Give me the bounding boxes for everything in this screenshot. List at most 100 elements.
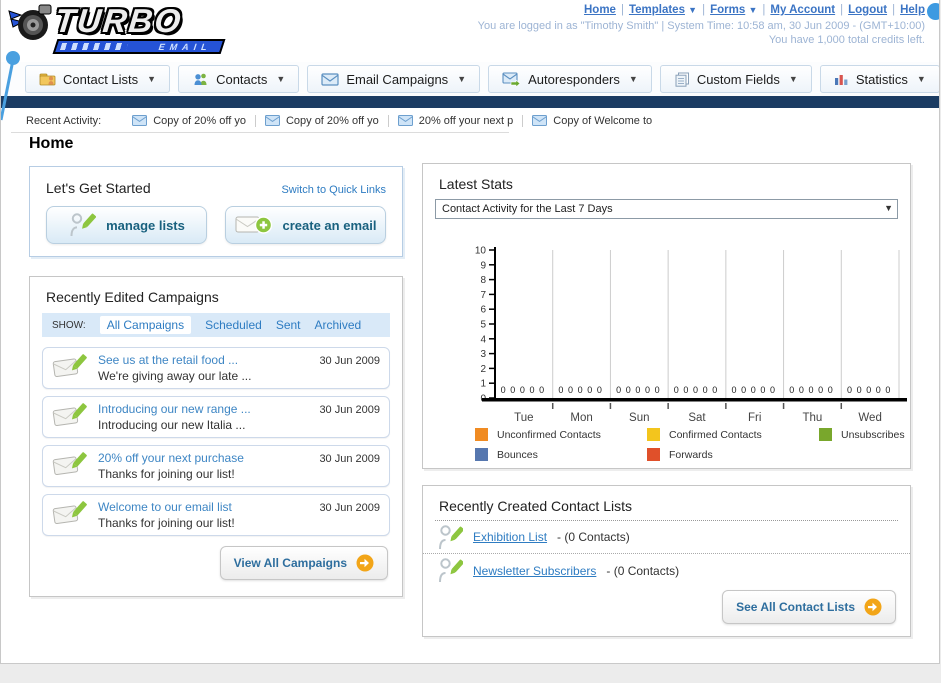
svg-text:0: 0	[568, 385, 573, 395]
envelope-plus-icon	[235, 216, 272, 234]
legend-item: Unsubscribes	[819, 428, 905, 441]
envelope-arrow-icon	[502, 72, 521, 86]
contact-list-link[interactable]: Exhibition List	[473, 530, 547, 544]
campaign-row[interactable]: 20% off your next purchase Thanks for joi…	[42, 445, 390, 487]
campaign-subtitle: Introducing our new Italia ...	[98, 418, 246, 432]
campaign-row[interactable]: Welcome to our email list Thanks for join…	[42, 494, 390, 536]
status-line2: You have 1,000 total credits left.	[768, 34, 925, 46]
svg-text:2: 2	[480, 364, 486, 375]
chevron-down-icon: ▼	[457, 74, 467, 84]
campaign-subtitle: Thanks for joining our list!	[98, 467, 235, 481]
legend-label: Unconfirmed Contacts	[497, 428, 601, 441]
campaign-title-link[interactable]: See us at the retail food ...	[98, 353, 311, 367]
recent-activity-item[interactable]: Copy of 20% off yo	[123, 114, 256, 127]
svg-text:0: 0	[578, 385, 583, 395]
logo-subtitle: EMAIL	[157, 41, 214, 52]
header-right: Home | Templates ▼ | Forms ▼ | My Account | Logo…	[478, 4, 925, 47]
nav-autoresponders[interactable]: Autoresponders ▼	[488, 65, 652, 93]
recent-activity-item[interactable]: Copy of 20% off yo	[256, 114, 389, 127]
svg-text:1: 1	[480, 379, 486, 390]
login-status: You are logged in as "Timothy Smith" | S…	[478, 19, 925, 47]
envelope-pencil-icon	[52, 452, 87, 475]
campaign-date: 30 Jun 2009	[319, 502, 380, 514]
header-link-templates[interactable]: Templates	[629, 4, 685, 16]
campaign-row[interactable]: See us at the retail food ... We're givin…	[42, 347, 390, 389]
legend-item: Confirmed Contacts	[647, 428, 819, 441]
latest-stats-panel: Latest Stats Contact Activity for the La…	[422, 163, 912, 469]
nav-custom-fields[interactable]: Custom Fields ▼	[659, 65, 812, 93]
recent-activity-label: Recent Activity:	[26, 114, 102, 127]
legend-label: Confirmed Contacts	[669, 428, 762, 441]
get-started-panel: Let's Get Started Switch to Quick Links …	[29, 166, 403, 257]
svg-text:Wed: Wed	[858, 412, 881, 424]
chevron-down-icon: ▼	[147, 74, 157, 84]
contact-list-link[interactable]: Newsletter Subscribers	[473, 564, 596, 578]
legend-item: Forwards	[647, 448, 819, 461]
header: TURBO EMAIL Home | Templates ▼ | Forms ▼ | My …	[1, 0, 939, 62]
svg-text:0: 0	[530, 385, 535, 395]
svg-text:0: 0	[818, 385, 823, 395]
svg-text:0: 0	[828, 385, 833, 395]
nav-contact-lists[interactable]: Contact Lists ▼	[25, 65, 171, 93]
campaign-date: 30 Jun 2009	[319, 355, 380, 367]
header-link-forms[interactable]: Forms	[710, 4, 745, 16]
campaign-title-link[interactable]: 20% off your next purchase	[98, 451, 311, 465]
nav-contacts[interactable]: Contacts ▼	[178, 65, 300, 93]
svg-text:0: 0	[751, 385, 756, 395]
header-link-help[interactable]: Help	[900, 4, 925, 16]
svg-text:7: 7	[480, 290, 486, 301]
svg-text:0: 0	[616, 385, 621, 395]
nav-statistics[interactable]: Statistics ▼	[819, 65, 939, 93]
manage-lists-button[interactable]: manage lists	[46, 206, 207, 244]
page-title: Home	[29, 135, 74, 152]
bar-chart-icon	[834, 74, 848, 85]
filter-all-campaigns[interactable]: All Campaigns	[99, 316, 192, 334]
svg-text:0: 0	[857, 385, 862, 395]
envelope-icon	[397, 115, 413, 126]
contact-list-item[interactable]: Exhibition List - (0 Contacts)	[423, 521, 910, 554]
campaign-rows: See us at the retail food ... We're givin…	[30, 337, 402, 536]
see-all-contact-lists-label: See All Contact Lists	[736, 600, 855, 614]
svg-text:0: 0	[876, 385, 881, 395]
nav-email-campaigns[interactable]: Email Campaigns ▼	[307, 65, 481, 93]
turbo-logo-icon	[8, 4, 52, 40]
filter-scheduled[interactable]: Scheduled	[205, 318, 262, 332]
campaign-row[interactable]: Introducing our new range ... Introducing…	[42, 396, 390, 438]
see-all-contact-lists-button[interactable]: See All Contact Lists	[722, 590, 896, 624]
campaign-title-link[interactable]: Introducing our new range ...	[98, 402, 311, 416]
contact-activity-chart: 01234567891000000Tue00000Mon00000Sun0000…	[431, 228, 912, 433]
chevron-down-icon: ▼	[628, 74, 638, 84]
chevron-down-icon: ▼	[916, 74, 926, 84]
show-label: SHOW:	[52, 319, 86, 331]
header-link-logout[interactable]: Logout	[848, 4, 887, 16]
envelope-icon	[321, 72, 339, 86]
folder-user-icon	[39, 73, 56, 86]
recent-activity-bar: Recent Activity: Copy of 20% off yo Copy…	[1, 108, 939, 133]
filter-sent[interactable]: Sent	[276, 318, 301, 332]
legend-swatch	[819, 428, 832, 441]
recent-activity-item[interactable]: Copy of Welcome to	[523, 115, 661, 127]
recent-activity-item[interactable]: 20% off your next p	[389, 114, 524, 127]
nav-label: Email Campaigns	[346, 71, 449, 87]
switch-quick-links-link[interactable]: Switch to Quick Links	[281, 184, 386, 196]
chevron-down-icon: ▼	[788, 74, 798, 84]
help-bubble-dot	[927, 3, 939, 20]
legend-item: Bounces	[475, 448, 647, 461]
campaign-title-link[interactable]: Welcome to our email list	[98, 500, 311, 514]
header-link-home[interactable]: Home	[584, 4, 616, 16]
view-all-campaigns-button[interactable]: View All Campaigns	[219, 546, 388, 580]
contact-list-detail: - (0 Contacts)	[606, 563, 680, 578]
svg-text:Tue: Tue	[514, 412, 533, 424]
create-email-button[interactable]: create an email	[225, 206, 386, 244]
filter-archived[interactable]: Archived	[315, 318, 362, 332]
main-nav: Contact Lists ▼ Contacts ▼ Email Campaigns…	[1, 62, 939, 96]
contact-list-item[interactable]: Newsletter Subscribers - (0 Contacts)	[423, 554, 910, 587]
users-icon	[194, 73, 207, 85]
stats-range-select[interactable]: Contact Activity for the Last 7 Days ▼	[435, 199, 898, 219]
legend-item: Unconfirmed Contacts	[475, 428, 647, 441]
svg-text:0: 0	[510, 385, 515, 395]
header-link-my-account[interactable]: My Account	[770, 4, 835, 16]
envelope-pencil-icon	[52, 354, 87, 377]
legend-swatch	[647, 448, 660, 461]
svg-text:0: 0	[501, 385, 506, 395]
